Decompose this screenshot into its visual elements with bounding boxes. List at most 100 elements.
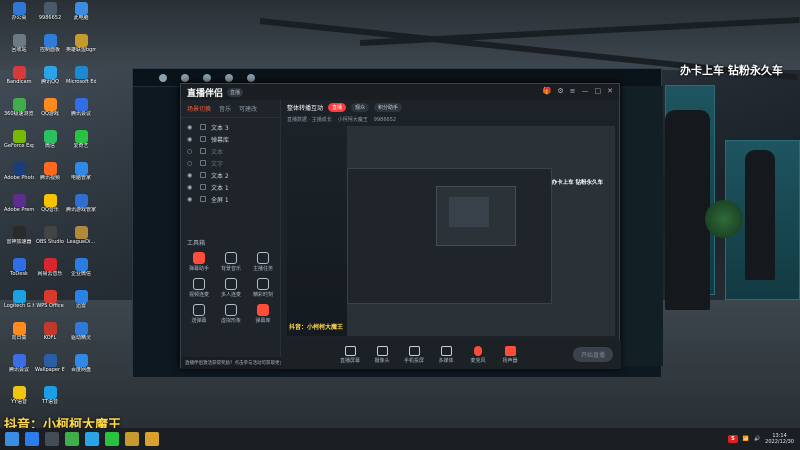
taskbar-app-icon[interactable] xyxy=(25,432,39,446)
camera-button[interactable]: 摄像头 xyxy=(369,345,395,364)
scene-source-item[interactable]: ◉ 文本 1 xyxy=(187,181,274,193)
desktop-icon[interactable]: Adobe Photoshop xyxy=(4,162,34,194)
media-button[interactable]: 多媒体 xyxy=(433,345,459,364)
desktop-icon[interactable]: Microsoft Edge xyxy=(66,66,96,98)
desktop-icon[interactable]: 办公桌 xyxy=(4,2,34,34)
scene-source-item[interactable]: ◉ 文本 2 xyxy=(187,169,274,181)
desktop-icon[interactable]: 回收站 xyxy=(4,34,34,66)
scene-source-item[interactable]: ◉ 弹幕库 xyxy=(187,133,274,145)
desktop-icon[interactable]: 微信 xyxy=(35,130,65,162)
taskbar-app-icon[interactable] xyxy=(145,432,159,446)
toolbox-item[interactable]: 精彩时刻 xyxy=(247,278,279,298)
minimize-icon[interactable]: — xyxy=(582,87,589,95)
desktop-icon[interactable]: WPS Office xyxy=(35,290,65,322)
speaker-button[interactable]: 扬声器 xyxy=(497,345,523,364)
ime-badge[interactable]: S xyxy=(728,435,738,443)
toolbox-item[interactable]: 背景音乐 xyxy=(215,252,247,272)
lock-checkbox[interactable] xyxy=(200,184,206,190)
close-icon[interactable]: ✕ xyxy=(607,87,613,95)
desktop-icon[interactable]: 腾讯会议 xyxy=(66,98,96,130)
gift-icon[interactable]: 🎁 xyxy=(543,87,552,95)
desktop-icon[interactable]: 电脑管家 xyxy=(66,162,96,194)
game-nav-icon[interactable] xyxy=(203,73,211,82)
desktop-icon[interactable]: 驱动精灵 xyxy=(66,322,96,354)
desktop-icon[interactable]: ToDesk xyxy=(4,258,34,290)
scene-source-item[interactable]: ◉ 全屏 1 xyxy=(187,193,274,205)
visibility-icon[interactable]: ◉ xyxy=(187,184,195,191)
desktop-icon[interactable]: OBS Studio xyxy=(35,226,65,258)
visibility-icon[interactable]: ○ xyxy=(187,148,195,155)
game-nav-icon[interactable] xyxy=(159,73,167,82)
points-badge[interactable]: 积分助手 xyxy=(374,102,403,112)
visibility-icon[interactable]: ○ xyxy=(187,160,195,167)
visibility-icon[interactable]: ◉ xyxy=(187,124,195,131)
phone-cast-button[interactable]: 手机投屏 xyxy=(401,345,427,364)
desktop-icon[interactable]: 爱奇艺 xyxy=(66,130,96,162)
desktop-icon[interactable]: 向日葵 xyxy=(4,322,34,354)
clock[interactable]: 13:14 2022/12/30 xyxy=(765,433,794,445)
audience-badge[interactable]: 观众 xyxy=(351,102,370,112)
desktop-icon[interactable]: 网易云音乐 xyxy=(35,258,65,290)
toolbox-item[interactable]: 多人连麦 xyxy=(215,278,247,298)
visibility-icon[interactable]: ◉ xyxy=(187,136,195,143)
game-nav-icon[interactable] xyxy=(247,73,255,82)
desktop-icon[interactable]: 控制面板 xyxy=(35,34,65,66)
maximize-icon[interactable]: □ xyxy=(595,87,602,95)
activity-notice[interactable]: 直播伴侣激活获得奖励？点击参与活动可获取更多奖励 xyxy=(181,357,281,369)
tab-edit[interactable]: 可建改 xyxy=(239,104,257,113)
desktop-icon[interactable]: 腾讯游戏管家 xyxy=(66,194,96,226)
desktop-icon[interactable]: 此电脑 xyxy=(66,2,96,34)
desktop-icon[interactable]: 360极速浏览器 xyxy=(4,98,34,130)
lock-checkbox[interactable] xyxy=(200,148,206,154)
microphone-button[interactable]: 麦克风 xyxy=(465,345,491,364)
scene-source-item[interactable]: ◉ 文本 3 xyxy=(187,121,274,133)
toolbox-item[interactable]: 弹幕助手 xyxy=(183,252,215,272)
menu-icon[interactable]: ≡ xyxy=(570,87,576,95)
desktop-icon[interactable]: 英雄联盟bgm xyxy=(66,34,96,66)
desktop-icon[interactable]: 百度网盘 xyxy=(66,354,96,386)
desktop-icon[interactable]: Wallpaper Engine xyxy=(35,354,65,386)
desktop-icon[interactable]: 腾讯会议 xyxy=(4,354,34,386)
volume-icon[interactable]: 🔊 xyxy=(754,436,760,442)
taskbar-app-icon[interactable] xyxy=(85,432,99,446)
screen-capture-button[interactable]: 直播屏幕 xyxy=(337,345,363,364)
desktop-icon[interactable]: KOFL xyxy=(35,322,65,354)
lock-checkbox[interactable] xyxy=(200,196,206,202)
room-data-link[interactable]: 直播数据 · 主播成长 xyxy=(287,116,332,123)
room-title[interactable]: 整体转播互动 xyxy=(287,103,323,112)
desktop-icon[interactable]: Logitech G HUB xyxy=(4,290,34,322)
tab-music[interactable]: 音乐 xyxy=(219,104,231,113)
game-nav-icon[interactable] xyxy=(225,73,233,82)
taskbar-app-icon[interactable] xyxy=(45,432,59,446)
desktop-icon[interactable]: 迅雷 xyxy=(66,290,96,322)
start-menu-icon[interactable] xyxy=(5,432,19,446)
lock-checkbox[interactable] xyxy=(200,136,206,142)
toolbox-item[interactable]: 送弹幕 xyxy=(183,304,215,324)
visibility-icon[interactable]: ◉ xyxy=(187,196,195,203)
desktop-icon[interactable]: 9986652 xyxy=(35,2,65,34)
stream-preview[interactable]: 办卡上车 钻粉永久车 抖音：小柯柯大魔王 xyxy=(287,126,615,336)
network-icon[interactable]: 📶 xyxy=(743,436,749,442)
scene-source-item[interactable]: ○ 文字 xyxy=(187,157,274,169)
taskbar-app-icon[interactable] xyxy=(125,432,139,446)
tab-scenes[interactable]: 场景切换 xyxy=(187,104,211,113)
taskbar-app-icon[interactable] xyxy=(105,432,119,446)
start-live-button[interactable]: 开始直播 xyxy=(572,347,613,362)
visibility-icon[interactable]: ◉ xyxy=(187,172,195,179)
desktop-icon[interactable]: 企业微信 xyxy=(66,258,96,290)
game-nav-icon[interactable] xyxy=(181,73,189,82)
desktop-icon[interactable]: QQ游戏 xyxy=(35,98,65,130)
live-badge[interactable]: 直播 xyxy=(328,102,347,112)
desktop-icon[interactable]: 腾讯QQ xyxy=(35,66,65,98)
desktop-icon[interactable]: 腾讯视频 xyxy=(35,162,65,194)
desktop-icon[interactable]: 雷神加速器 xyxy=(4,226,34,258)
toolbox-item[interactable]: 视频连麦 xyxy=(183,278,215,298)
scene-source-item[interactable]: ○ 文本 xyxy=(187,145,274,157)
taskbar-app-icon[interactable] xyxy=(65,432,79,446)
toolbox-item[interactable]: 主播任务 xyxy=(247,252,279,272)
desktop-icon[interactable]: QQ音乐 xyxy=(35,194,65,226)
settings-icon[interactable]: ⚙ xyxy=(557,87,563,95)
desktop-icon[interactable]: GeForce Experience xyxy=(4,130,34,162)
desktop-icon[interactable]: LeagueDi... xyxy=(66,226,96,258)
desktop-icon[interactable]: Adobe Premiere xyxy=(4,194,34,226)
